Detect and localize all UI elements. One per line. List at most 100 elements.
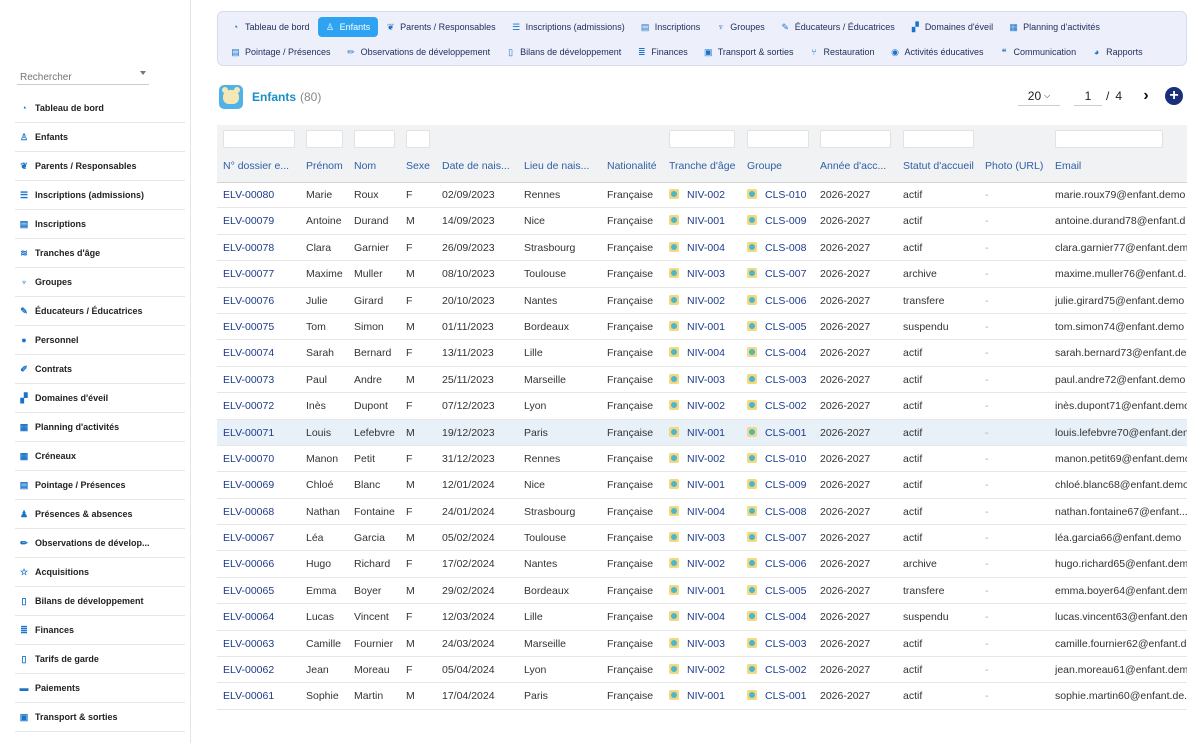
table-cell[interactable]: ELV-00075 (223, 321, 303, 333)
sidebar-item[interactable]: ♟ Présences & absences (15, 500, 185, 529)
table-cell[interactable]: NIV-001 (669, 479, 744, 491)
table-cell[interactable]: CLS-005 (747, 584, 817, 597)
sidebar-search-input[interactable] (17, 69, 130, 86)
table-cell[interactable]: ELV-00080 (223, 189, 303, 201)
column-header[interactable]: Année d'acc... (820, 160, 900, 172)
sidebar-item[interactable]: ≣ Finances (15, 616, 185, 645)
top-nav-item[interactable]: ◕ Rapports (1084, 42, 1151, 62)
column-header[interactable]: Tranche d'âge (669, 160, 744, 172)
table-cell[interactable]: NIV-001 (669, 320, 744, 333)
add-button[interactable]: + (1165, 87, 1183, 105)
table-cell[interactable]: NIV-004 (669, 505, 744, 518)
table-cell[interactable]: CLS-003 (747, 373, 817, 386)
sidebar-item[interactable]: ▦ Créneaux (15, 442, 185, 471)
sidebar-item[interactable]: ≋ Tranches d'âge (15, 239, 185, 268)
top-nav-item[interactable]: ▤ Pointage / Présences (223, 42, 339, 62)
sidebar-item[interactable]: ❦ Parents / Responsables (15, 152, 185, 181)
column-header[interactable]: Lieu de nais... (524, 160, 604, 172)
table-cell[interactable]: CLS-008 (747, 505, 817, 518)
page-number-input[interactable]: 1 (1074, 87, 1102, 106)
table-cell[interactable]: CLS-007 (747, 532, 817, 544)
table-row[interactable]: ELV-00077 Maxime Muller M 08/10/2023 Toulouse… (217, 261, 1187, 288)
table-row[interactable]: ELV-00070 Manon Petit F 31/12/2023 Rennes Fran… (217, 446, 1187, 473)
table-cell[interactable]: ELV-00061 (223, 690, 303, 702)
table-cell[interactable]: CLS-006 (747, 558, 817, 570)
table-cell[interactable]: CLS-004 (747, 611, 817, 623)
table-row[interactable]: ELV-00063 Camille Fournier M 24/03/2024 Marse… (217, 631, 1187, 658)
table-cell[interactable]: CLS-007 (747, 268, 817, 280)
table-cell[interactable]: CLS-003 (747, 637, 817, 650)
sidebar-item[interactable]: ☰ Inscriptions (admissions) (15, 181, 185, 210)
table-cell[interactable]: NIV-002 (669, 400, 744, 412)
table-cell[interactable]: NIV-002 (669, 294, 744, 307)
table-row[interactable]: ELV-00075 Tom Simon M 01/11/2023 Bordeaux Fran… (217, 314, 1187, 341)
table-cell[interactable]: NIV-002 (669, 452, 744, 465)
top-nav-item[interactable]: ♙ Enfants (317, 17, 379, 37)
column-header[interactable]: Groupe (747, 160, 817, 172)
top-nav-item[interactable]: ▯ Bilans de développement (498, 42, 629, 62)
table-cell[interactable]: CLS-006 (747, 294, 817, 307)
table-cell[interactable]: ELV-00076 (223, 295, 303, 307)
column-header[interactable]: Sexe (406, 160, 436, 172)
table-cell[interactable]: ELV-00078 (223, 242, 303, 254)
sidebar-search[interactable] (17, 67, 149, 86)
top-nav-item[interactable]: ⑂ Restauration (801, 42, 882, 62)
table-row[interactable]: ELV-00066 Hugo Richard F 17/02/2024 Nantes Fra… (217, 551, 1187, 578)
table-cell[interactable]: ELV-00069 (223, 479, 303, 491)
column-filter-input[interactable] (354, 130, 395, 148)
table-cell[interactable]: NIV-001 (669, 215, 744, 227)
top-nav-item[interactable]: ❝ Communication (992, 42, 1085, 62)
table-cell[interactable]: ELV-00073 (223, 374, 303, 386)
table-cell[interactable]: NIV-004 (669, 241, 744, 254)
sidebar-item[interactable]: ✐ Contrats (15, 355, 185, 384)
column-filter-input[interactable] (669, 130, 735, 148)
table-cell[interactable]: ELV-00071 (223, 427, 303, 439)
column-header[interactable]: Nationalité (607, 160, 667, 172)
top-nav-item[interactable]: ▦ Planning d'activités (1001, 17, 1108, 37)
top-nav-item[interactable]: ◉ Activités éducatives (883, 42, 992, 62)
table-cell[interactable]: NIV-001 (669, 426, 744, 439)
table-row[interactable]: ELV-00074 Sarah Bernard F 13/11/2023 Lille Fra… (217, 340, 1187, 367)
top-nav-item[interactable]: ≣ Finances (629, 42, 696, 62)
sidebar-item[interactable]: ▤ Inscriptions (15, 210, 185, 239)
table-cell[interactable]: ELV-00072 (223, 400, 303, 412)
table-cell[interactable]: NIV-003 (669, 373, 744, 386)
table-cell[interactable]: NIV-003 (669, 637, 744, 650)
table-row[interactable]: ELV-00064 Lucas Vincent F 12/03/2024 Lille Fra… (217, 604, 1187, 631)
column-header[interactable]: Photo (URL) (985, 160, 1053, 172)
top-nav-item[interactable]: ✏ Observations de développement (339, 42, 499, 62)
table-row[interactable]: ELV-00068 Nathan Fontaine F 24/01/2024 Strasb… (217, 499, 1187, 526)
table-cell[interactable]: CLS-001 (747, 690, 817, 702)
sidebar-item[interactable]: ☆ Acquisitions (15, 558, 185, 587)
sidebar-item[interactable]: ✏ Observations de dévelop... (15, 529, 185, 558)
table-row[interactable]: ELV-00065 Emma Boyer M 29/02/2024 Bordeaux Fra… (217, 578, 1187, 605)
column-header[interactable]: Nom (354, 160, 404, 172)
sidebar-item[interactable]: ● Personnel (15, 326, 185, 355)
sidebar-item[interactable]: ▦ Planning d'activités (15, 413, 185, 442)
table-row[interactable]: ELV-00080 Marie Roux F 02/09/2023 Rennes Franç… (217, 182, 1187, 209)
column-filter-input[interactable] (406, 130, 430, 148)
table-cell[interactable]: NIV-001 (669, 584, 744, 597)
top-nav-item[interactable]: ☰ Inscriptions (admissions) (504, 17, 633, 37)
sidebar-item[interactable]: ▣ Transport & sorties (15, 703, 185, 732)
top-nav-item[interactable]: ▞ Domaines d'éveil (903, 17, 1001, 37)
sidebar-item[interactable]: ♆ Groupes (15, 268, 185, 297)
table-cell[interactable]: CLS-010 (747, 189, 817, 201)
table-cell[interactable]: CLS-002 (747, 400, 817, 412)
table-cell[interactable]: NIV-004 (669, 611, 744, 623)
table-row[interactable]: ELV-00073 Paul Andre M 25/11/2023 Marseille Fr… (217, 367, 1187, 394)
table-cell[interactable]: ELV-00065 (223, 585, 303, 597)
column-filter-input[interactable] (747, 130, 809, 148)
table-row[interactable]: ELV-00071 Louis Lefebvre M 19/12/2023 Paris Fr… (217, 419, 1187, 446)
sidebar-item[interactable]: ▯ Tarifs de garde (15, 645, 185, 674)
table-cell[interactable]: ELV-00063 (223, 638, 303, 650)
table-cell[interactable]: ELV-00066 (223, 558, 303, 570)
table-cell[interactable]: NIV-002 (669, 189, 744, 201)
table-row[interactable]: ELV-00062 Jean Moreau F 05/04/2024 Lyon França… (217, 657, 1187, 684)
table-row[interactable]: ELV-00072 Inès Dupont F 07/12/2023 Lyon França… (217, 393, 1187, 420)
table-cell[interactable]: ELV-00067 (223, 532, 303, 544)
chevron-down-icon[interactable] (140, 71, 146, 75)
table-cell[interactable]: ELV-00074 (223, 347, 303, 359)
sidebar-item[interactable]: ◔ Tableau de bord (15, 94, 185, 123)
column-filter-input[interactable] (306, 130, 343, 148)
